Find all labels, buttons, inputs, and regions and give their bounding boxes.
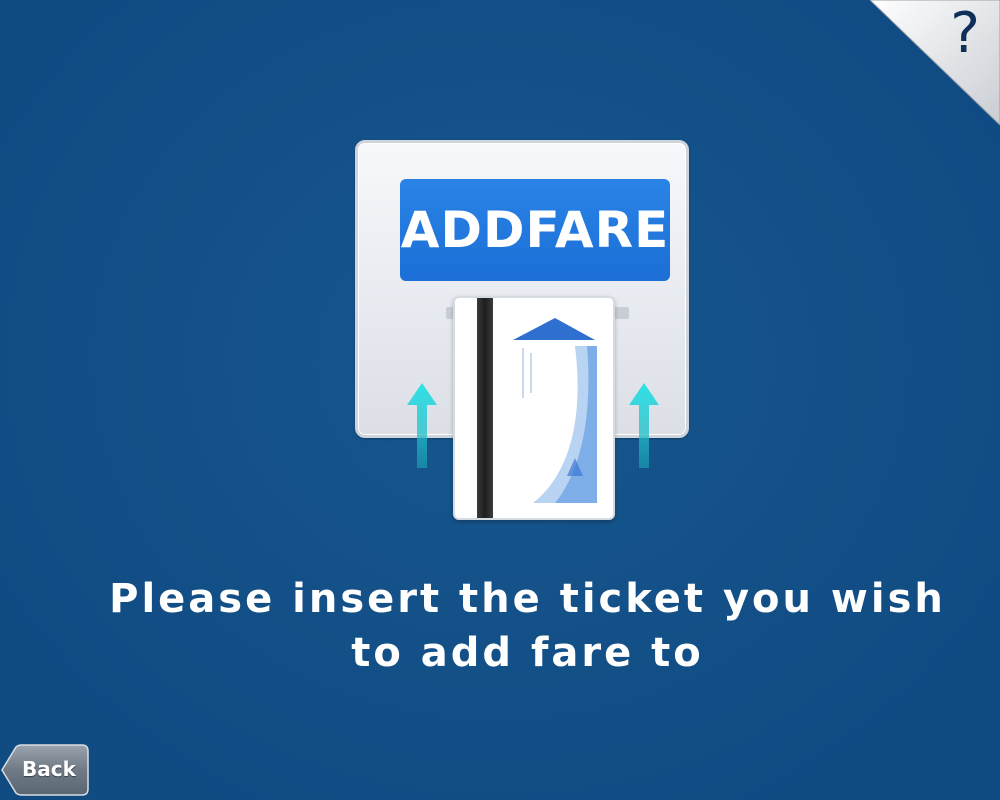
instruction-line-2: to add fare to — [351, 630, 704, 676]
back-button-label: Back — [22, 757, 76, 781]
instruction-line-1: Please insert the ticket you wish — [109, 576, 946, 622]
ticket-card-icon — [453, 296, 615, 520]
instruction-text: Please insert the ticket you wish to add… — [100, 572, 955, 680]
up-arrow-icon — [407, 383, 437, 468]
question-mark-icon: ? — [950, 1, 980, 66]
help-corner-tab — [870, 0, 1000, 125]
ticket-graphic — [513, 318, 597, 503]
ticket-insert-illustration: ADDFARE — [345, 128, 695, 528]
help-button[interactable]: ? — [870, 0, 1000, 125]
up-arrow-icon — [629, 383, 659, 468]
addfare-label: ADDFARE — [400, 179, 670, 281]
back-button[interactable]: Back — [0, 744, 90, 796]
addfare-screen: ? ADDFARE Please insert the ticket you w… — [0, 0, 1000, 800]
